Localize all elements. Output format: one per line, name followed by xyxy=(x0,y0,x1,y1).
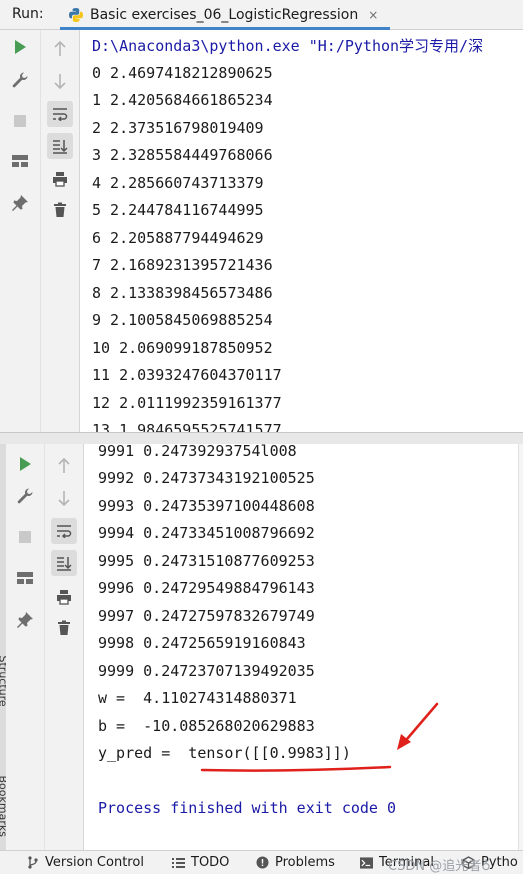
arrow-up-icon[interactable] xyxy=(47,36,73,62)
console-line: 9992 0.24737343192100525 xyxy=(98,469,315,487)
terminal-icon xyxy=(360,856,373,869)
console-line: 13 1.9846595525741577 xyxy=(92,421,282,432)
todo-tab[interactable]: TODO xyxy=(172,855,229,870)
scroll-to-end-icon[interactable] xyxy=(51,550,77,576)
console-line: 7 2.1689231395721436 xyxy=(92,256,273,274)
run-label: Run: xyxy=(12,6,44,22)
console-line: 9994 0.24733451008796692 xyxy=(98,524,315,542)
console-line: 9999 0.24723707139492035 xyxy=(98,662,315,680)
arrow-up-icon[interactable] xyxy=(51,453,77,479)
run-toolbar-primary xyxy=(0,30,41,432)
watermark: CSDN @追光者♁ xyxy=(388,859,491,874)
rerun-icon[interactable] xyxy=(12,451,38,477)
rerun-icon[interactable] xyxy=(7,34,33,60)
version-control-tab[interactable]: Version Control xyxy=(26,855,144,870)
console-output-bottom[interactable]: 9991 0.24739293754l008 9992 0.2473734319… xyxy=(84,444,519,850)
branch-icon xyxy=(26,856,39,869)
console-output-top[interactable]: D:\Anaconda3\python.exe "H:/Python学习专用/深… xyxy=(80,30,523,432)
version-control-label: Version Control xyxy=(45,855,144,870)
layout-icon[interactable] xyxy=(12,565,38,591)
stop-icon[interactable] xyxy=(7,108,33,134)
run-toolbar-primary xyxy=(6,444,45,850)
print-icon[interactable] xyxy=(51,584,77,610)
trash-icon[interactable] xyxy=(47,197,73,223)
console-command-line: D:\Anaconda3\python.exe "H:/Python学习专用/深 xyxy=(92,37,484,55)
console-line: 0 2.4697418212890625 xyxy=(92,64,273,82)
console-line: 9996 0.24729549884796143 xyxy=(98,579,315,597)
run-header: Run: Basic exercises_06_LogisticRegressi… xyxy=(0,0,523,30)
console-line: 1 2.4205684661865234 xyxy=(92,91,273,109)
run-toolbar-secondary xyxy=(41,30,80,432)
wrench-icon[interactable] xyxy=(7,67,33,93)
console-line: 5 2.244784116744995 xyxy=(92,201,264,219)
pin-icon[interactable] xyxy=(12,607,38,633)
console-line: 9995 0.24731510877609253 xyxy=(98,552,315,570)
console-line-w: w = 4.110274314880371 xyxy=(98,689,297,707)
stop-icon[interactable] xyxy=(12,524,38,550)
run-config-tab-title: Basic exercises_06_LogisticRegression xyxy=(90,6,359,23)
ide-window: Run: Basic exercises_06_LogisticRegressi… xyxy=(0,0,523,874)
arrow-down-icon[interactable] xyxy=(47,68,73,94)
arrow-down-icon[interactable] xyxy=(51,485,77,511)
console-line: 9997 0.24727597832679749 xyxy=(98,607,315,625)
python-icon xyxy=(68,7,84,23)
process-finished-line: Process finished with exit code 0 xyxy=(98,799,397,817)
pin-icon[interactable] xyxy=(7,190,33,216)
console-line: 8 2.1338398456573486 xyxy=(92,284,273,302)
soft-wrap-icon[interactable] xyxy=(51,518,77,544)
close-icon[interactable]: × xyxy=(368,8,378,22)
run-toolbar-secondary xyxy=(45,444,84,850)
problems-label: Problems xyxy=(275,855,335,870)
console-line: 12 2.0111992359161377 xyxy=(92,394,282,412)
trash-icon[interactable] xyxy=(51,615,77,641)
console-line: 3 2.3285584449768066 xyxy=(92,146,273,164)
layout-icon[interactable] xyxy=(7,148,33,174)
run-tool-window-top: Run: Basic exercises_06_LogisticRegressi… xyxy=(0,0,523,432)
soft-wrap-icon[interactable] xyxy=(47,101,73,127)
console-line: 10 2.069099187850952 xyxy=(92,339,273,357)
print-icon[interactable] xyxy=(47,166,73,192)
console-line: 9993 0.24735397100448608 xyxy=(98,497,315,515)
run-config-tab[interactable]: Basic exercises_06_LogisticRegression × xyxy=(60,0,387,29)
info-icon xyxy=(256,856,269,869)
console-line: 9991 0.24739293754l008 xyxy=(98,444,297,460)
console-line-b: b = -10.085268020629883 xyxy=(98,717,315,735)
wrench-icon[interactable] xyxy=(12,483,38,509)
console-line: 11 2.0393247604370117 xyxy=(92,366,282,384)
console-line: 6 2.205887794494629 xyxy=(92,229,264,247)
todo-label: TODO xyxy=(191,855,230,870)
run-tool-window-bottom: Structure Bookmarks 9991 0.24739293754l0… xyxy=(0,444,523,850)
console-line-y-pred: y_pred = tensor([[0.9983]]) xyxy=(98,744,351,762)
list-icon xyxy=(172,856,185,869)
console-line: 9 2.1005845069885254 xyxy=(92,311,273,329)
status-bar: Version Control TODO Problems Terminal P… xyxy=(0,850,523,874)
console-line: 4 2.285660743713379 xyxy=(92,174,264,192)
console-line: 9998 0.2472565919160843 xyxy=(98,634,306,652)
console-line: 2 2.373516798019409 xyxy=(92,119,264,137)
problems-tab[interactable]: Problems xyxy=(256,855,335,870)
scroll-to-end-icon[interactable] xyxy=(47,133,73,159)
console-scrollbar[interactable] xyxy=(518,444,523,850)
